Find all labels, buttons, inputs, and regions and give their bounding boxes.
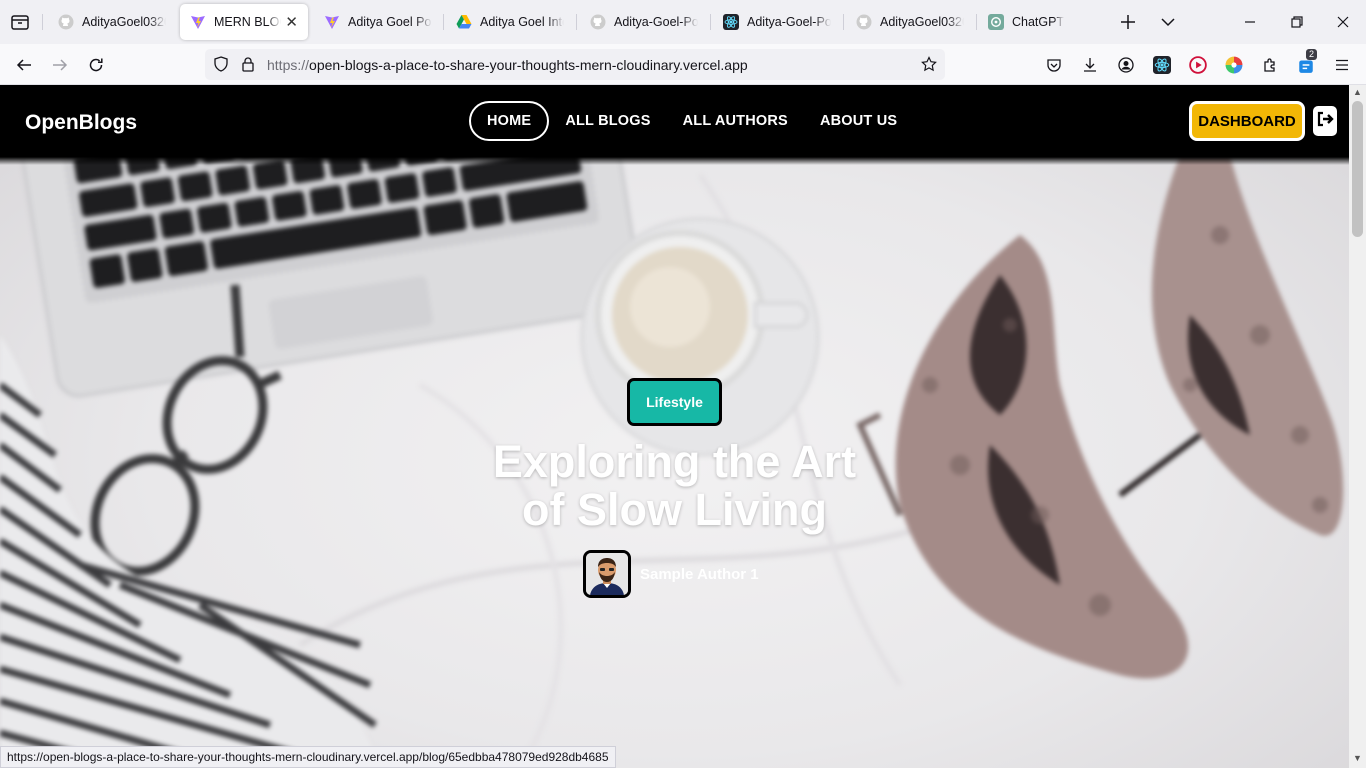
restore-window-icon[interactable] — [1285, 10, 1309, 34]
nav-all-authors[interactable]: ALL AUTHORS — [683, 113, 788, 129]
chevron-down-icon[interactable] — [1156, 10, 1180, 34]
tab-chatgpt[interactable]: ChatGPT — [978, 4, 1106, 40]
browser-navigation-bar: https://open-blogs-a-place-to-share-your… — [0, 44, 1366, 85]
chatgpt-icon — [988, 14, 1004, 30]
site-logo[interactable]: OpenBlogs — [25, 111, 137, 135]
vite-icon — [324, 14, 340, 30]
tab-github-2[interactable]: Aditya-Goel-Port — [580, 4, 708, 40]
scroll-up-icon[interactable]: ▲ — [1353, 88, 1362, 97]
extensions-puzzle-icon[interactable] — [1259, 54, 1281, 76]
nav-home[interactable]: HOME — [469, 101, 550, 141]
bookmark-star-icon[interactable] — [921, 56, 937, 77]
forward-arrow-icon[interactable] — [47, 52, 73, 78]
tab-portfolio[interactable]: Aditya Goel Portf — [314, 4, 442, 40]
scroll-down-icon[interactable]: ▼ — [1353, 754, 1362, 763]
reload-icon[interactable] — [83, 52, 109, 78]
url-bar[interactable]: https://open-blogs-a-place-to-share-your… — [205, 49, 945, 80]
dashboard-button[interactable]: DASHBOARD — [1189, 101, 1305, 141]
vite-icon — [190, 14, 206, 30]
hero-background-image — [0, 85, 1344, 768]
author-name[interactable]: Sample Author 1 — [640, 566, 759, 583]
extension-badge-icon[interactable]: 2 — [1295, 49, 1318, 76]
github-icon — [856, 14, 872, 30]
author-avatar[interactable] — [583, 550, 631, 598]
tab-github-3[interactable]: AdityaGoel0320/ — [846, 4, 974, 40]
github-icon — [590, 14, 606, 30]
pocket-icon[interactable] — [1043, 54, 1065, 76]
tab-drive[interactable]: Aditya Goel Inter — [446, 4, 574, 40]
react-devtools-icon[interactable] — [1151, 54, 1173, 76]
tab-mern-blog[interactable]: MERN BLOG A ✕ — [180, 4, 308, 40]
link-preview-status: https://open-blogs-a-place-to-share-your… — [0, 746, 616, 768]
hamburger-menu-icon[interactable] — [1331, 54, 1353, 76]
account-icon[interactable] — [1115, 54, 1137, 76]
shield-icon[interactable] — [213, 56, 229, 77]
nav-all-blogs[interactable]: ALL BLOGS — [565, 113, 650, 129]
hero-section[interactable] — [0, 85, 1349, 768]
category-tag[interactable]: Lifestyle — [627, 378, 722, 426]
minimize-window-icon[interactable] — [1238, 10, 1262, 34]
browser-tab-strip: AdityaGoel0320/ MERN BLOG A ✕ Aditya Goe… — [0, 0, 1366, 44]
google-drive-icon — [456, 14, 472, 30]
site-header: OpenBlogs HOME ALL BLOGS ALL AUTHORS ABO… — [0, 85, 1349, 165]
new-tab-icon[interactable] — [1116, 10, 1140, 34]
scroll-thumb[interactable] — [1352, 101, 1363, 237]
github-icon — [58, 14, 74, 30]
tab-github-1[interactable]: AdityaGoel0320/ — [48, 4, 176, 40]
featured-post-title[interactable]: Exploring the Art of Slow Living — [0, 438, 1349, 534]
extension-count-badge: 2 — [1306, 49, 1318, 60]
close-window-icon[interactable] — [1331, 10, 1355, 34]
react-icon — [723, 14, 739, 30]
main-nav: HOME ALL BLOGS ALL AUTHORS ABOUT US — [469, 101, 929, 141]
back-arrow-icon[interactable] — [11, 52, 37, 78]
video-player-icon[interactable] — [1187, 54, 1209, 76]
lock-icon[interactable] — [240, 56, 256, 77]
nav-about-us[interactable]: ABOUT US — [820, 113, 897, 129]
color-picker-icon[interactable] — [1223, 54, 1245, 76]
tab-react[interactable]: Aditya-Goel-Port — [713, 4, 841, 40]
tab-list-icon[interactable] — [10, 12, 30, 32]
download-icon[interactable] — [1079, 54, 1101, 76]
page-scrollbar[interactable]: ▲ ▼ — [1349, 85, 1366, 768]
url-text[interactable]: https://open-blogs-a-place-to-share-your… — [267, 57, 748, 73]
close-tab-icon[interactable]: ✕ — [285, 13, 298, 31]
logout-button[interactable] — [1313, 106, 1337, 136]
logout-icon — [1316, 110, 1334, 133]
webpage: OpenBlogs HOME ALL BLOGS ALL AUTHORS ABO… — [0, 85, 1349, 768]
